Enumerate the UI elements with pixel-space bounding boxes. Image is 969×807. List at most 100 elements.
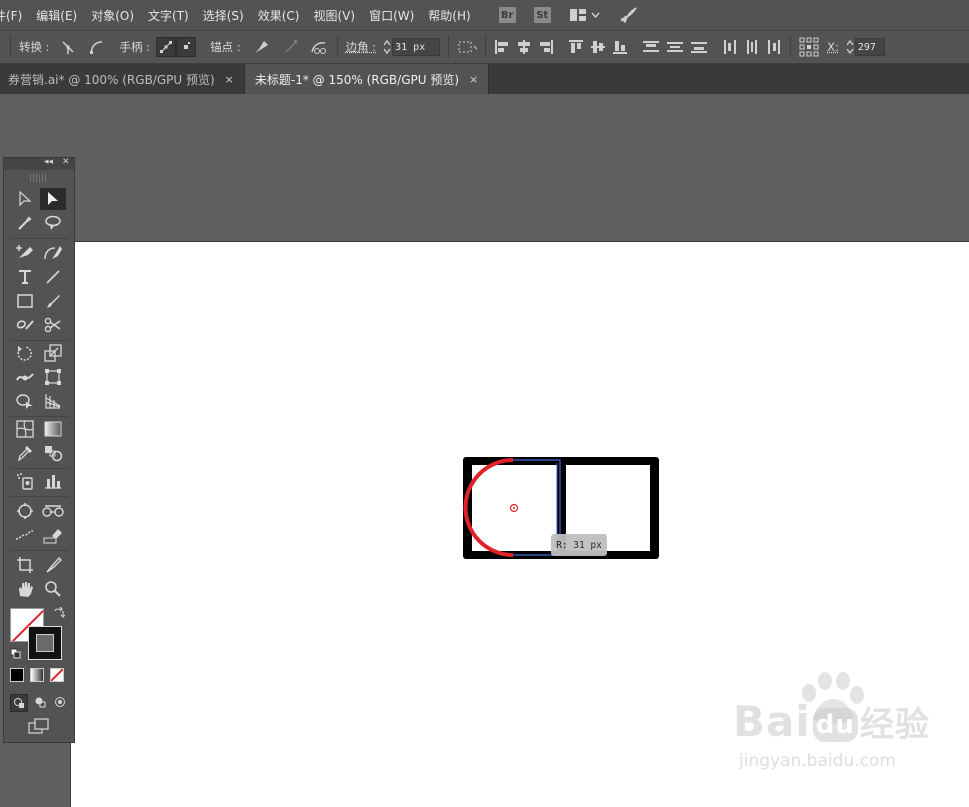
default-fill-stroke-icon[interactable] [10, 648, 22, 663]
tools-panel-header[interactable]: ◂◂ ✕ [4, 157, 74, 170]
close-icon[interactable]: × [225, 73, 234, 86]
line-segment-tool-icon[interactable] [40, 266, 66, 288]
x-field[interactable]: 297 [854, 38, 885, 56]
corner-label: 边角 : [345, 40, 377, 54]
control-bar: 转换 : 手柄 : 锚点 : 边角 : 31 px X: 297 [0, 30, 969, 64]
corner-radius-field[interactable]: 31 px [392, 38, 441, 56]
menu-effect[interactable]: 效果(C) [258, 7, 300, 24]
align-bottom-icon[interactable] [612, 39, 628, 55]
free-transform-tool-icon[interactable] [40, 366, 66, 388]
distribute-top-icon[interactable] [642, 39, 660, 55]
align-left-icon[interactable] [494, 39, 510, 55]
panel-grip[interactable] [30, 174, 48, 182]
eraser-tool-icon[interactable] [40, 524, 66, 546]
menu-window[interactable]: 窗口(W) [369, 7, 414, 24]
stock-icon[interactable]: St [533, 7, 551, 23]
curvature-tool-icon[interactable] [40, 242, 66, 264]
select-similar-icon[interactable] [457, 37, 478, 57]
distribute-bottom-icon[interactable] [690, 39, 708, 55]
hand-tool-icon[interactable] [12, 578, 38, 600]
stroke-swatch[interactable] [28, 626, 62, 660]
draw-inside-icon[interactable] [52, 694, 68, 710]
center-point-dot [513, 507, 515, 509]
close-icon[interactable]: × [469, 73, 478, 86]
draw-normal-icon[interactable] [10, 694, 28, 712]
menu-select[interactable]: 选择(S) [203, 7, 244, 24]
anchors-label: 锚点 : [210, 40, 241, 54]
menu-object[interactable]: 对象(O) [91, 7, 134, 24]
selection-tool-icon[interactable] [40, 188, 66, 210]
gradient-tool-icon[interactable] [40, 418, 66, 440]
align-top-icon[interactable] [568, 39, 584, 55]
menu-help[interactable]: 帮助(H) [428, 7, 470, 24]
gradient-mode-icon[interactable] [30, 668, 44, 682]
convert-label: 转换 : [19, 40, 50, 54]
symbol-sprayer-tool-icon[interactable] [12, 470, 38, 492]
paintbrush-tool-icon[interactable] [40, 290, 66, 312]
convert-to-smooth-icon[interactable] [86, 37, 106, 57]
align-middle-icon[interactable] [590, 39, 606, 55]
add-anchor-pen-tool-icon[interactable] [12, 242, 38, 264]
direct-selection-tool-icon[interactable] [12, 188, 38, 210]
rectangle-tool-icon[interactable] [12, 290, 38, 312]
workspace-layout-icon [569, 9, 586, 21]
width-tool-icon[interactable] [12, 366, 38, 388]
remove-anchor-icon[interactable] [251, 37, 271, 57]
handles-label: 手柄 : [119, 40, 151, 54]
screen-mode-icon[interactable] [28, 718, 50, 737]
color-mode-icon[interactable] [10, 668, 24, 682]
shape-builder-tool-icon[interactable] [12, 390, 38, 412]
menu-edit[interactable]: 编辑(E) [36, 7, 77, 24]
tab-document-2[interactable]: 未标题-1* @ 150% (RGB/GPU 预览) × [244, 64, 490, 94]
scale-tool-icon[interactable] [40, 342, 66, 364]
connect-anchors-icon [281, 37, 301, 57]
x-label: X: [827, 40, 839, 54]
hide-handles-icon[interactable] [176, 37, 197, 57]
menu-type[interactable]: 文字(T) [148, 7, 189, 24]
cut-path-icon[interactable] [309, 37, 329, 57]
align-right-icon[interactable] [538, 39, 554, 55]
column-graph-tool-icon[interactable] [40, 470, 66, 492]
distribute-left-icon[interactable] [722, 39, 738, 55]
distribute-hcenter-icon[interactable] [744, 39, 760, 55]
scissors-tool-icon[interactable] [40, 314, 66, 336]
artboard-tool-icon[interactable] [12, 500, 38, 522]
show-handles-icon[interactable] [156, 37, 177, 57]
menu-bar: 件(F) 编辑(E) 对象(O) 文字(T) 选择(S) 效果(C) 视图(V)… [0, 0, 969, 30]
knife-tool-icon[interactable] [40, 554, 66, 576]
rocket-icon[interactable] [618, 6, 638, 24]
magic-wand-tool-icon[interactable] [12, 212, 38, 234]
distribute-center-icon[interactable] [666, 39, 684, 55]
x-stepper-arrows-icon[interactable] [845, 39, 855, 55]
type-tool-icon[interactable] [12, 266, 38, 288]
bridge-icon[interactable]: Br [498, 7, 516, 23]
crop-tool-icon[interactable] [12, 554, 38, 576]
workspace-switcher[interactable] [569, 8, 600, 22]
align-center-icon[interactable] [516, 39, 532, 55]
close-icon[interactable]: ✕ [62, 157, 70, 167]
lasso-tool-icon[interactable] [40, 212, 66, 234]
collapse-icon[interactable]: ◂◂ [44, 157, 53, 167]
menu-view[interactable]: 视图(V) [313, 7, 355, 24]
none-mode-icon[interactable] [50, 668, 64, 682]
perspective-grid-tool-icon[interactable] [40, 390, 66, 412]
rotate-tool-icon[interactable] [12, 342, 38, 364]
tab-document-1[interactable]: 券营销.ai* @ 100% (RGB/GPU 预览) × [0, 64, 245, 94]
stepper-arrows-icon[interactable] [382, 39, 392, 55]
draw-behind-icon[interactable] [32, 694, 48, 710]
swap-fill-stroke-icon[interactable] [53, 606, 66, 622]
corner-radius-stepper[interactable]: 31 px [382, 38, 441, 56]
eraser-path-tool-icon[interactable] [12, 524, 38, 546]
zoom-tool-icon[interactable] [40, 578, 66, 600]
divider [336, 36, 338, 58]
reference-point-icon[interactable] [799, 37, 819, 57]
mesh-tool-icon[interactable] [12, 418, 38, 440]
eyedropper-tool-icon[interactable] [12, 442, 38, 464]
divider [790, 36, 792, 58]
menu-file[interactable]: 件(F) [0, 7, 22, 24]
convert-to-corner-icon[interactable] [58, 37, 78, 57]
slice-tool-icon[interactable] [40, 500, 66, 522]
blend-tool-icon[interactable] [40, 442, 66, 464]
shaper-tool-icon[interactable] [12, 314, 38, 336]
distribute-right-icon[interactable] [766, 39, 782, 55]
